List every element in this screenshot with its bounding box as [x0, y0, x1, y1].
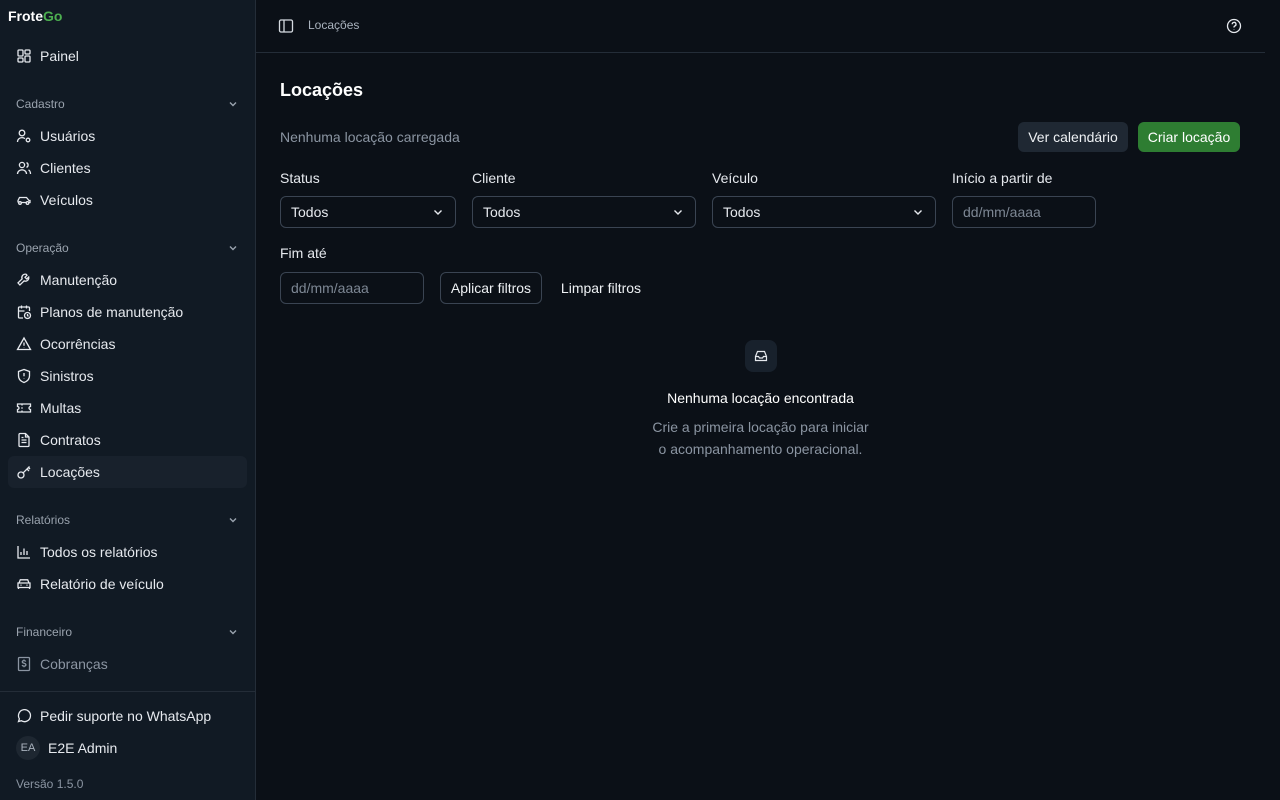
topbar: Locações	[256, 0, 1265, 53]
chevron-down-icon	[914, 210, 922, 215]
start-date-label: Início a partir de	[952, 170, 1053, 186]
section-financeiro[interactable]: Financeiro	[16, 622, 239, 642]
sidebar: FroteGo Painel Cadastro Usuários Cliente…	[0, 0, 256, 800]
chevron-down-icon	[229, 518, 237, 523]
chevron-down-icon	[229, 246, 237, 251]
sidebar-item-sinistros[interactable]: Sinistros	[8, 360, 247, 392]
section-operacao[interactable]: Operação	[16, 238, 239, 258]
sidebar-divider	[0, 691, 255, 692]
sidebar-item-label: Locações	[40, 464, 100, 480]
sidebar-item-label: Multas	[40, 400, 82, 416]
empty-state-description-line2: o acompanhamento operacional.	[658, 441, 863, 457]
sidebar-item-multas[interactable]: Multas	[8, 392, 247, 424]
bar-chart-icon	[17, 546, 30, 559]
section-cadastro[interactable]: Cadastro	[16, 94, 239, 114]
status-filter-select[interactable]: Todos	[280, 196, 456, 228]
select-value: Todos	[723, 204, 761, 220]
section-label: Relatórios	[16, 513, 71, 527]
section-label: Cadastro	[16, 97, 65, 111]
end-date-input[interactable]	[280, 272, 424, 304]
chevron-down-icon	[229, 102, 237, 107]
help-circle-icon[interactable]	[1226, 18, 1242, 34]
sidebar-item-label: Sinistros	[40, 368, 94, 384]
sidebar-toggle-icon[interactable]	[278, 18, 294, 34]
breadcrumb: Locações	[308, 18, 360, 32]
client-filter-label: Cliente	[472, 170, 516, 186]
vehicle-filter-select[interactable]: Todos	[712, 196, 936, 228]
sidebar-item-label: Clientes	[40, 160, 91, 176]
wrench-icon	[17, 273, 30, 286]
avatar: EA	[16, 736, 40, 760]
sidebar-item-planos[interactable]: Planos de manutenção	[8, 296, 247, 328]
sidebar-item-label: Contratos	[40, 432, 101, 448]
sidebar-item-relatorio-veiculo[interactable]: Relatório de veículo	[8, 568, 247, 600]
page-title: Locações	[280, 80, 364, 100]
sidebar-item-label: Todos os relatórios	[40, 544, 158, 560]
sidebar-item-label: Painel	[40, 48, 79, 64]
support-label: Pedir suporte no WhatsApp	[40, 708, 212, 724]
file-text-icon	[18, 432, 30, 448]
user-menu[interactable]: EA E2E Admin	[8, 732, 247, 764]
sidebar-item-ocorrencias[interactable]: Ocorrências	[8, 328, 247, 360]
vehicle-filter-label: Veículo	[712, 170, 758, 186]
sidebar-item-usuarios[interactable]: Usuários	[8, 120, 247, 152]
select-value: Todos	[291, 204, 329, 220]
view-calendar-button[interactable]: Ver calendário	[1018, 122, 1128, 152]
sidebar-item-label: Relatório de veículo	[40, 576, 164, 592]
sidebar-item-veiculos[interactable]: Veículos	[8, 184, 247, 216]
receipt-dollar-icon	[17, 656, 31, 672]
sidebar-item-locacoes[interactable]: Locações	[8, 456, 247, 488]
section-relatorios[interactable]: Relatórios	[16, 510, 239, 530]
brand-name-part1: Frote	[8, 8, 43, 24]
apply-filters-button[interactable]: Aplicar filtros	[440, 272, 542, 304]
user-cog-icon	[16, 129, 31, 143]
empty-state-title: Nenhuma locação encontrada	[667, 390, 854, 406]
shield-alert-icon	[17, 368, 31, 384]
car-icon	[17, 196, 31, 205]
sidebar-item-label: Ocorrências	[40, 336, 116, 352]
key-icon	[17, 466, 31, 479]
sidebar-item-contratos[interactable]: Contratos	[8, 424, 247, 456]
chevron-down-icon	[434, 210, 442, 215]
sidebar-item-label: Usuários	[40, 128, 96, 144]
client-filter-select[interactable]: Todos	[472, 196, 696, 228]
sidebar-item-label: Planos de manutenção	[40, 304, 184, 320]
sidebar-item-label: Manutenção	[40, 272, 118, 288]
sidebar-item-clientes[interactable]: Clientes	[8, 152, 247, 184]
sidebar-item-label: Veículos	[40, 192, 93, 208]
chevron-down-icon	[674, 210, 682, 215]
section-label: Operação	[16, 241, 69, 255]
message-circle-icon	[17, 709, 32, 723]
sidebar-item-todos-relatorios[interactable]: Todos os relatórios	[8, 536, 247, 568]
brand-logo[interactable]: FroteGo	[8, 8, 62, 24]
end-date-label: Fim até	[280, 245, 327, 261]
users-icon	[16, 161, 32, 175]
sidebar-item-label: Cobranças	[40, 656, 108, 672]
car-front-icon	[17, 579, 31, 589]
create-rental-button[interactable]: Criar locação	[1138, 122, 1240, 152]
sidebar-item-cobrancas[interactable]: Cobranças	[8, 648, 247, 680]
brand-name-part2: Go	[43, 8, 63, 24]
ticket-icon	[16, 403, 32, 413]
select-value: Todos	[483, 204, 521, 220]
start-date-input[interactable]	[952, 196, 1096, 228]
user-name: E2E Admin	[48, 740, 118, 756]
status-filter-label: Status	[280, 170, 320, 186]
section-label: Financeiro	[16, 625, 73, 639]
sidebar-item-manutencao[interactable]: Manutenção	[8, 264, 247, 296]
chevron-down-icon	[229, 630, 237, 635]
whatsapp-support-link[interactable]: Pedir suporte no WhatsApp	[8, 700, 247, 732]
inbox-icon-wrapper	[745, 340, 777, 372]
empty-state-description-line1: Crie a primeira locação para iniciar	[652, 419, 869, 435]
sidebar-item-painel[interactable]: Painel	[8, 40, 247, 72]
clear-filters-button[interactable]: Limpar filtros	[552, 272, 650, 304]
alert-triangle-icon	[16, 336, 32, 351]
calendar-clock-icon	[17, 305, 32, 320]
inbox-icon	[754, 350, 768, 362]
version-label: Versão 1.5.0	[16, 777, 84, 791]
page-subtitle: Nenhuma locação carregada	[280, 129, 460, 145]
dashboard-icon	[17, 49, 31, 63]
